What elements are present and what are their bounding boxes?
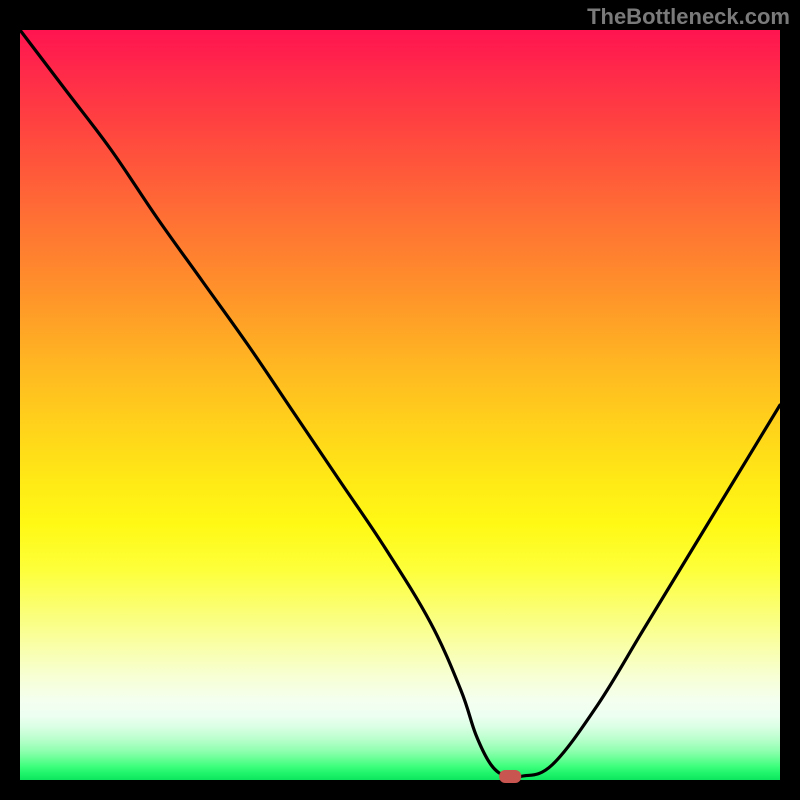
chart-frame: TheBottleneck.com xyxy=(0,0,800,800)
watermark-text: TheBottleneck.com xyxy=(587,4,790,30)
curve-svg xyxy=(20,30,780,780)
optimal-point-marker xyxy=(499,770,521,783)
plot-area xyxy=(20,30,780,780)
bottleneck-curve xyxy=(20,30,780,778)
